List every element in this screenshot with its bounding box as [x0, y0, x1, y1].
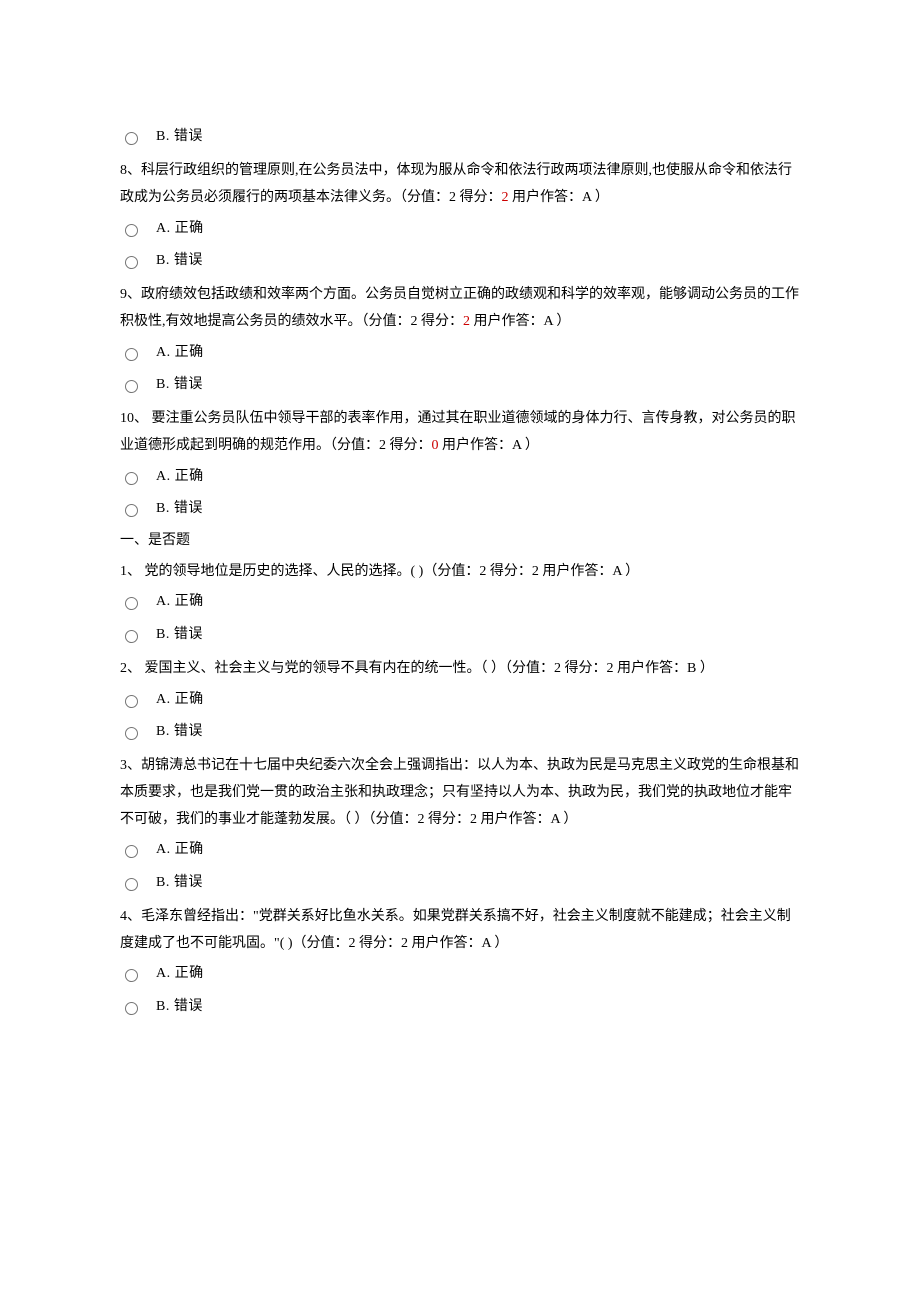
question-text: 9、政府绩效包括政绩和效率两个方面。公务员自觉树立正确的政绩观和科学的效率观，能… — [120, 282, 800, 335]
question-text: 10、 要注重公务员队伍中领导干部的表率作用，通过其在职业道德领域的身体力行、言… — [120, 406, 800, 459]
option-label: B. 错误 — [156, 624, 203, 646]
option-a[interactable]: A. 正确 — [120, 591, 800, 613]
option-b[interactable]: B. 错误 — [120, 250, 800, 272]
radio-icon[interactable] — [125, 132, 138, 145]
question-text: 2、 爱国主义、社会主义与党的领导不具有内在的统一性。（ ）（分值：2 得分：2… — [120, 656, 800, 683]
option-label: B. 错误 — [156, 250, 203, 272]
option-label: B. 错误 — [156, 721, 203, 743]
option-b[interactable]: B. 错误 — [120, 872, 800, 894]
option-b[interactable]: B. 错误 — [120, 498, 800, 520]
option-label: A. 正确 — [156, 689, 204, 711]
score-value: 0 — [432, 438, 439, 453]
option-label: A. 正确 — [156, 839, 204, 861]
document-page: B. 错误 8、科层行政组织的管理原则,在公务员法中，体现为服从命令和依法行政两… — [0, 0, 920, 1108]
option-a[interactable]: A. 正确 — [120, 689, 800, 711]
question-block: 1、 党的领导地位是历史的选择、人民的选择。( )（分值：2 得分：2 用户作答… — [120, 559, 800, 646]
radio-icon[interactable] — [125, 504, 138, 517]
option-b[interactable]: B. 错误 — [120, 126, 800, 148]
question-text: 4、毛泽东曾经指出："党群关系好比鱼水关系。如果党群关系搞不好，社会主义制度就不… — [120, 904, 800, 957]
option-b[interactable]: B. 错误 — [120, 721, 800, 743]
question-text: 3、胡锦涛总书记在十七届中央纪委六次全会上强调指出：以人为本、执政为民是马克思主… — [120, 753, 800, 833]
question-block: 3、胡锦涛总书记在十七届中央纪委六次全会上强调指出：以人为本、执政为民是马克思主… — [120, 753, 800, 894]
option-a[interactable]: A. 正确 — [120, 963, 800, 985]
question-block: 4、毛泽东曾经指出："党群关系好比鱼水关系。如果党群关系搞不好，社会主义制度就不… — [120, 904, 800, 1018]
radio-icon[interactable] — [125, 224, 138, 237]
section-title: 一、是否题 — [120, 530, 800, 552]
option-a[interactable]: A. 正确 — [120, 839, 800, 861]
option-a[interactable]: A. 正确 — [120, 466, 800, 488]
option-b[interactable]: B. 错误 — [120, 624, 800, 646]
option-label: A. 正确 — [156, 218, 204, 240]
option-label: B. 错误 — [156, 126, 203, 148]
radio-icon[interactable] — [125, 597, 138, 610]
question-block: 8、科层行政组织的管理原则,在公务员法中，体现为服从命令和依法行政两项法律原则,… — [120, 158, 800, 272]
option-b[interactable]: B. 错误 — [120, 374, 800, 396]
question-block: B. 错误 — [120, 126, 800, 148]
radio-icon[interactable] — [125, 727, 138, 740]
radio-icon[interactable] — [125, 348, 138, 361]
option-a[interactable]: A. 正确 — [120, 218, 800, 240]
score-value: 2 — [463, 314, 470, 329]
radio-icon[interactable] — [125, 256, 138, 269]
question-block: 2、 爱国主义、社会主义与党的领导不具有内在的统一性。（ ）（分值：2 得分：2… — [120, 656, 800, 743]
option-label: A. 正确 — [156, 342, 204, 364]
option-b[interactable]: B. 错误 — [120, 996, 800, 1018]
option-label: A. 正确 — [156, 466, 204, 488]
option-a[interactable]: A. 正确 — [120, 342, 800, 364]
option-label: B. 错误 — [156, 498, 203, 520]
radio-icon[interactable] — [125, 1002, 138, 1015]
option-label: B. 错误 — [156, 374, 203, 396]
radio-icon[interactable] — [125, 630, 138, 643]
radio-icon[interactable] — [125, 472, 138, 485]
radio-icon[interactable] — [125, 695, 138, 708]
question-block: 10、 要注重公务员队伍中领导干部的表率作用，通过其在职业道德领域的身体力行、言… — [120, 406, 800, 520]
option-label: B. 错误 — [156, 996, 203, 1018]
option-label: B. 错误 — [156, 872, 203, 894]
question-block: 9、政府绩效包括政绩和效率两个方面。公务员自觉树立正确的政绩观和科学的效率观，能… — [120, 282, 800, 396]
question-text: 8、科层行政组织的管理原则,在公务员法中，体现为服从命令和依法行政两项法律原则,… — [120, 158, 800, 211]
question-text: 1、 党的领导地位是历史的选择、人民的选择。( )（分值：2 得分：2 用户作答… — [120, 559, 800, 586]
radio-icon[interactable] — [125, 969, 138, 982]
radio-icon[interactable] — [125, 845, 138, 858]
option-label: A. 正确 — [156, 591, 204, 613]
radio-icon[interactable] — [125, 878, 138, 891]
option-label: A. 正确 — [156, 963, 204, 985]
radio-icon[interactable] — [125, 380, 138, 393]
score-value: 2 — [502, 190, 509, 205]
